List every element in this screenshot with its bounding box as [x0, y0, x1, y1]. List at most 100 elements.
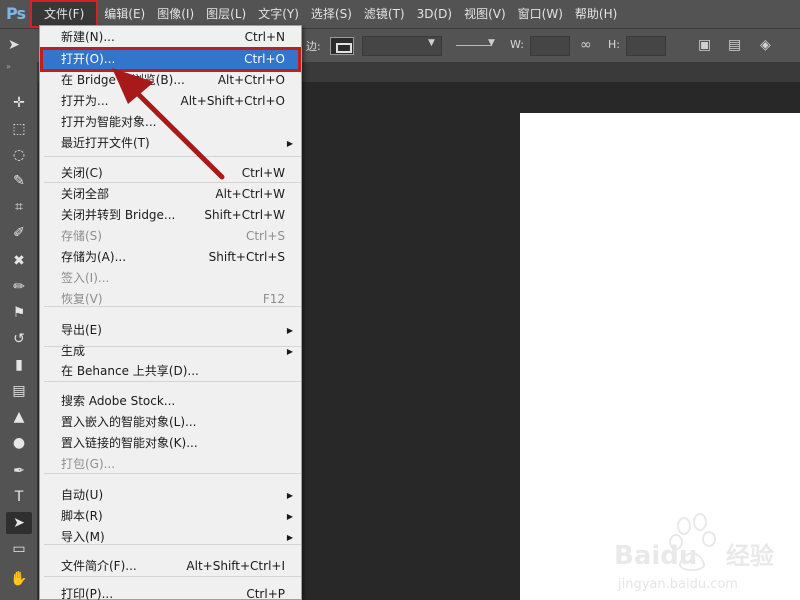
crop-tool-icon[interactable]: ⌗	[6, 196, 32, 218]
file-menu-item[interactable]: 最近打开文件(T) ▶	[42, 133, 299, 154]
menu-view[interactable]: 视图(V)	[458, 0, 512, 28]
menu-separator	[44, 544, 301, 545]
menu-item-label: 打开为...	[61, 94, 109, 108]
menu-item-shortcut: Alt+Ctrl+O	[217, 73, 285, 87]
rectangle-tool-icon[interactable]: ▭	[6, 538, 32, 560]
file-menu-item[interactable]: 置入链接的智能对象(K)...	[42, 433, 299, 454]
menu-item-label: 打印(P)...	[61, 587, 114, 600]
file-menu-item[interactable]: 在 Bridge 中浏览(B)... Alt+Ctrl+O	[42, 70, 299, 91]
path-arrangement-icon[interactable]: ◈	[760, 37, 771, 53]
width-label: W:	[510, 38, 524, 51]
file-menu-item[interactable]: 关闭(C) Ctrl+W	[42, 163, 299, 184]
path-alignment-icon[interactable]: ▤	[728, 37, 741, 53]
menu-filter[interactable]: 滤镜(T)	[358, 0, 411, 28]
path-selection-tool-icon[interactable]: ➤	[6, 512, 32, 534]
submenu-arrow-icon: ▶	[286, 491, 293, 500]
menu-item-label: 存储(S)	[61, 229, 102, 243]
menu-item-label: 导出(E)	[61, 323, 102, 337]
menu-file[interactable]: 文件(F)	[30, 0, 99, 28]
menu-item-label: 脚本(R)	[61, 509, 103, 523]
blur-tool-icon[interactable]: ▲	[6, 406, 32, 428]
pen-tool-icon[interactable]: ✒	[6, 460, 32, 482]
watermark-brand: Baidu	[614, 541, 697, 571]
file-menu-item[interactable]: 新建(N)... Ctrl+N	[42, 27, 299, 48]
hand-tool-icon[interactable]: ✋	[6, 568, 32, 590]
menu-edit[interactable]: 编辑(E)	[98, 0, 151, 28]
path-selection-icon[interactable]: ➤	[8, 37, 20, 53]
dodge-tool-icon[interactable]: ●	[6, 432, 32, 454]
file-menu-item[interactable]: 置入嵌入的智能对象(L)...	[42, 412, 299, 433]
menu-3d[interactable]: 3D(D)	[411, 0, 458, 28]
link-icon[interactable]: ∞	[580, 37, 592, 53]
file-menu-item[interactable]: 关闭并转到 Bridge... Shift+Ctrl+W	[42, 205, 299, 226]
healing-brush-tool-icon[interactable]: ✖	[6, 250, 32, 272]
menu-help[interactable]: 帮助(H)	[569, 0, 623, 28]
path-operations-icon[interactable]: ▣	[698, 37, 711, 53]
history-brush-tool-icon[interactable]: ↺	[6, 328, 32, 350]
menu-item-shortcut: Alt+Shift+Ctrl+O	[180, 94, 285, 108]
menu-item-label: 在 Bridge 中浏览(B)...	[61, 73, 185, 87]
file-menu-dropdown: 新建(N)... Ctrl+N 打开(O)... Ctrl+O 在 Bridge 中浏览…	[39, 25, 302, 600]
file-menu-item[interactable]: 文件简介(F)... Alt+Shift+Ctrl+I	[42, 556, 299, 577]
width-field[interactable]	[530, 36, 570, 56]
chevron-down-icon: ▼	[488, 38, 495, 48]
height-label: H:	[608, 38, 620, 51]
menu-item-label: 自动(U)	[61, 488, 104, 502]
menu-select[interactable]: 选择(S)	[305, 0, 358, 28]
file-menu-item: 存储(S) Ctrl+S	[42, 226, 299, 247]
file-menu-item[interactable]: 关闭全部 Alt+Ctrl+W	[42, 184, 299, 205]
menu-item-label: 在 Behance 上共享(D)...	[61, 364, 199, 378]
clone-stamp-tool-icon[interactable]: ⚑	[6, 302, 32, 324]
menu-item-shortcut: Shift+Ctrl+S	[208, 250, 285, 264]
move-tool-icon[interactable]: ✛	[6, 92, 32, 114]
menu-item-label: 置入嵌入的智能对象(L)...	[61, 415, 197, 429]
menu-image[interactable]: 图像(I)	[151, 0, 200, 28]
stroke-type-line[interactable]	[456, 45, 492, 46]
stroke-color-swatch[interactable]	[330, 37, 354, 55]
baidu-watermark: Baidu 经验 jingyan.baidu.com	[614, 513, 774, 592]
file-menu-item[interactable]: 存储为(A)... Shift+Ctrl+S	[42, 247, 299, 268]
height-field[interactable]	[626, 36, 666, 56]
file-menu-item[interactable]: 打开为... Alt+Shift+Ctrl+O	[42, 91, 299, 112]
menu-layer[interactable]: 图层(L)	[200, 0, 252, 28]
file-menu-item: 打包(G)...	[42, 454, 299, 475]
gradient-tool-icon[interactable]: ▤	[6, 380, 32, 402]
file-menu-item[interactable]: 搜索 Adobe Stock...	[42, 391, 299, 412]
brush-tool-icon[interactable]: ✏	[6, 276, 32, 298]
menu-item-shortcut: Ctrl+S	[245, 229, 285, 243]
quick-selection-tool-icon[interactable]: ✎	[6, 170, 32, 192]
menu-item-label: 置入链接的智能对象(K)...	[61, 436, 198, 450]
eraser-tool-icon[interactable]: ▮	[6, 354, 32, 376]
file-menu-item[interactable]: 导出(E) ▶	[42, 320, 299, 341]
menu-item-label: 打开(O)...	[61, 52, 116, 66]
menu-window[interactable]: 窗口(W)	[512, 0, 569, 28]
menu-item-shortcut: Ctrl+P	[246, 587, 285, 600]
eyedropper-tool-icon[interactable]: ✐	[6, 222, 32, 244]
file-menu-item[interactable]: 在 Behance 上共享(D)...	[42, 361, 299, 382]
type-tool-icon[interactable]: T	[6, 486, 32, 508]
file-menu-item[interactable]: 打开(O)... Ctrl+O	[40, 47, 301, 72]
lasso-tool-icon[interactable]: ◌	[6, 144, 32, 166]
menu-separator	[44, 182, 301, 183]
file-menu-item[interactable]: 打开为智能对象...	[42, 112, 299, 133]
submenu-arrow-icon: ▶	[286, 326, 293, 335]
submenu-arrow-icon: ▶	[286, 139, 293, 148]
menu-item-label: 生成	[61, 344, 86, 358]
file-menu-item[interactable]: 脚本(R) ▶	[42, 506, 299, 527]
file-menu-item: 签入(I)...	[42, 268, 299, 289]
marquee-tool-icon[interactable]: ⬚	[6, 118, 32, 140]
chevron-down-icon: ▼	[428, 38, 435, 48]
menu-item-shortcut: Ctrl+N	[244, 30, 285, 44]
submenu-arrow-icon: ▶	[286, 347, 293, 356]
file-menu-item[interactable]: 生成 ▶	[42, 341, 299, 362]
menu-separator	[44, 473, 301, 474]
file-menu-item[interactable]: 打印(P)... Ctrl+P	[42, 584, 299, 600]
menu-item-label: 新建(N)...	[61, 30, 115, 44]
menu-item-label: 搜索 Adobe Stock...	[61, 394, 176, 408]
file-menu-item[interactable]: 自动(U) ▶	[42, 485, 299, 506]
menu-item-label: 文件简介(F)...	[61, 559, 137, 573]
panel-collapse-icon[interactable]: »	[0, 62, 37, 72]
menu-item-shortcut: Ctrl+W	[241, 166, 285, 180]
menu-item-shortcut: Shift+Ctrl+W	[204, 208, 285, 222]
menu-type[interactable]: 文字(Y)	[252, 0, 305, 28]
